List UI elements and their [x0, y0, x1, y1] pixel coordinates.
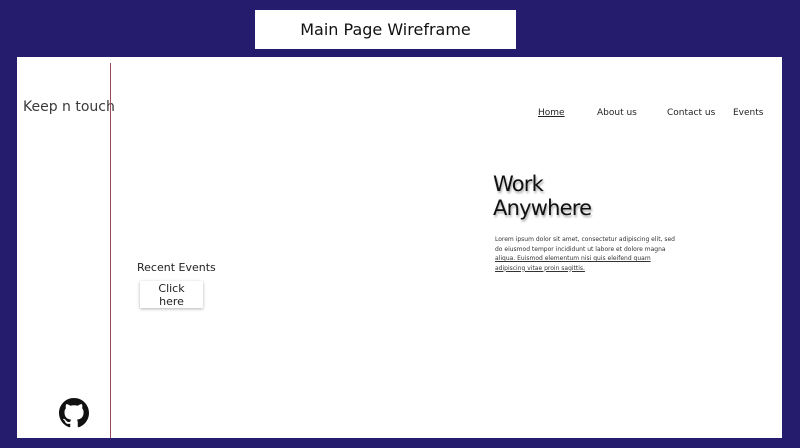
hero-body-line-1: Lorem ipsum dolor sit amet, consectetur …	[495, 236, 675, 243]
hero-heading: Work Anywhere	[493, 172, 592, 220]
github-icon[interactable]	[59, 398, 89, 428]
nav-link-about-us[interactable]: About us	[597, 108, 637, 118]
hero-body-line-4: adipiscing vitae proin sagittis.	[495, 264, 585, 272]
hero-body-line-3: aliqua. Euismod elementum nisi quis elei…	[495, 255, 651, 262]
nav-link-contact-us[interactable]: Contact us	[667, 108, 715, 118]
hero-heading-line-2: Anywhere	[493, 196, 592, 220]
wireframe-title: Main Page Wireframe	[255, 10, 516, 49]
brand-logo-text: Keep n touch	[23, 99, 115, 115]
click-here-button[interactable]: Click here	[140, 281, 203, 308]
nav-link-events[interactable]: Events	[733, 108, 763, 118]
recent-events-heading: Recent Events	[137, 261, 216, 274]
hero-heading-line-1: Work	[493, 172, 544, 196]
sidebar-divider	[110, 63, 111, 438]
nav-link-home[interactable]: Home	[538, 108, 565, 118]
hero-body-line-2: do eiusmod tempor incididunt ut labore e…	[495, 245, 666, 253]
github-icon-glyph	[59, 398, 89, 428]
wireframe-title-text: Main Page Wireframe	[300, 20, 471, 39]
hero-body-text: Lorem ipsum dolor sit amet, consectetur …	[495, 235, 675, 273]
main-page-frame: Keep n touch Home About us Contact us Ev…	[17, 57, 782, 438]
